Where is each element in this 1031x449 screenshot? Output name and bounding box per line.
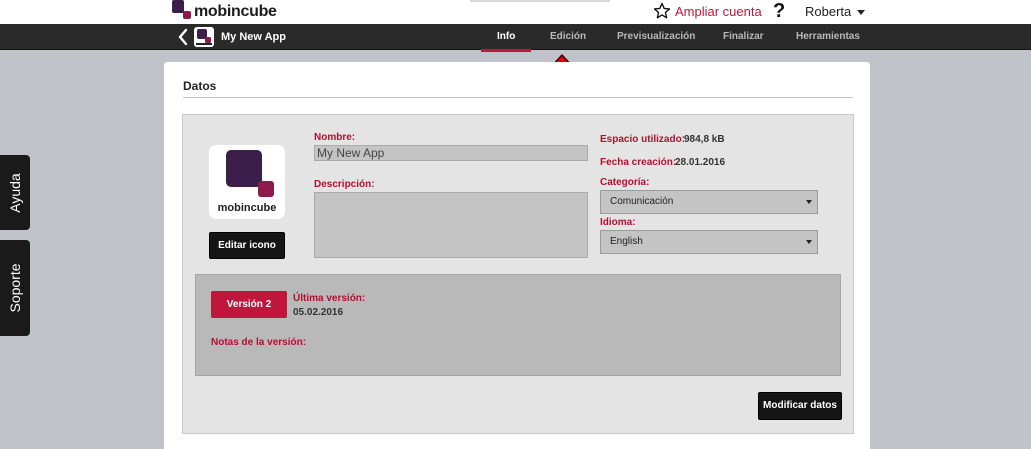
user-name: Roberta [805,4,852,19]
language-select[interactable]: English [600,230,818,254]
category-value: Comunicación [610,196,674,207]
section-divider [183,97,853,98]
help-side-tab-label: Ayuda [7,172,23,213]
star-outline-icon [653,2,671,19]
tab-finalizar[interactable]: Finalizar [723,31,764,42]
user-menu[interactable]: Roberta [805,4,866,19]
mobincube-mark-icon [196,29,212,45]
description-label: Descripción: [314,179,375,190]
icon-brand-text: mobincube [217,202,277,214]
tab-info[interactable]: Info [480,31,532,52]
chevron-down-icon [806,200,812,204]
language-value: English [610,236,643,247]
brand-name: mobincube [194,3,277,20]
app-info-card: Datos mobincube Editar icono Nombre: My … [164,62,870,449]
last-version-date: 05.02.2016 [293,307,344,318]
tab-previsualizacion[interactable]: Previsualización [617,31,695,42]
version-panel: Versión 2 Última versión: 05.02.2016 Not… [195,274,841,376]
created-date-value: 28.01.2016 [675,157,726,168]
app-nav-bar: My New App Info Edición Previsualización… [0,24,1031,52]
last-version-label: Última versión: [293,293,366,304]
version-notes-label: Notas de la versión: [211,337,307,348]
name-input[interactable]: My New App [314,145,588,161]
app-icon-preview: mobincube [209,145,285,219]
help-side-tab[interactable]: Ayuda [0,155,30,230]
support-side-tab[interactable]: Soporte [0,240,30,336]
section-title: Datos [183,79,217,93]
chevron-down-icon [806,240,812,244]
chevron-down-icon [857,10,866,16]
tab-edicion[interactable]: Edición [550,31,586,42]
top-bar: mobincube Ampliar cuenta ? Roberta [0,0,1031,24]
category-select[interactable]: Comunicación [600,190,818,214]
version-button[interactable]: Versión 2 [211,291,287,318]
tab-herramientas[interactable]: Herramientas [796,31,860,42]
top-tab-hint [470,0,610,2]
support-side-tab-label: Soporte [7,263,23,313]
app-icon-small [194,27,214,47]
name-label: Nombre: [314,132,356,143]
upgrade-label: Ampliar cuenta [675,3,762,19]
upgrade-account-link[interactable]: Ampliar cuenta [653,2,762,20]
modify-data-button[interactable]: Modificar datos [758,392,842,420]
category-label: Categoría: [600,177,650,188]
mobincube-logo-icon [172,0,191,19]
edit-icon-button[interactable]: Editar icono [209,232,285,259]
app-data-panel: mobincube Editar icono Nombre: My New Ap… [182,114,854,434]
description-textarea[interactable] [314,192,588,258]
chevron-left-icon[interactable] [177,28,189,46]
app-name: My New App [221,31,286,43]
help-icon[interactable]: ? [773,0,785,23]
language-label: Idioma: [600,217,636,228]
space-used-label: Espacio utilizado: [600,134,686,145]
space-used-value: 984,8 kB [684,134,725,145]
created-date-label: Fecha creación: [600,157,677,168]
